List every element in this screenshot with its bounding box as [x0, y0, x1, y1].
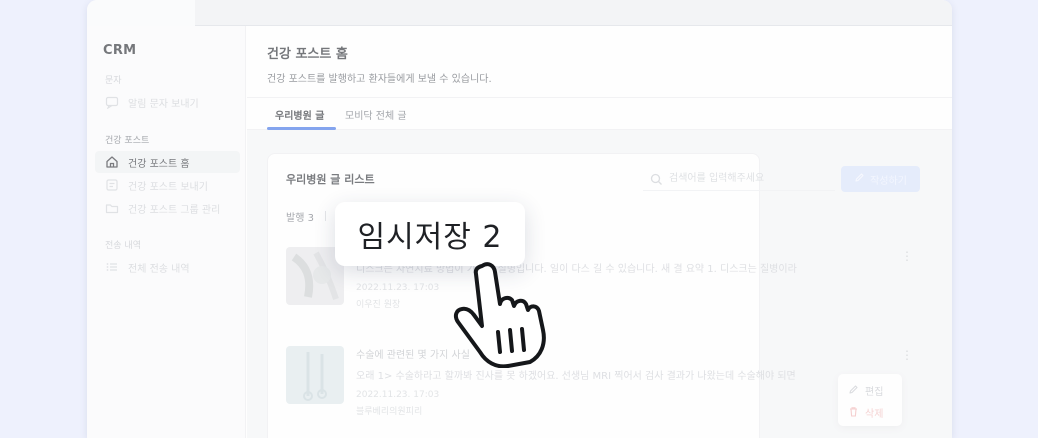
post-list-title: 우리병원 글 리스트 — [286, 173, 375, 186]
sidebar-section-history: 전송 내역 — [105, 241, 141, 251]
filter-published[interactable]: 발행 3 — [286, 209, 314, 224]
post-excerpt: 오래 1> 수술하라고 할까봐 진사를 못 하겠어요. 선생님 MRI 찍어서 … — [356, 371, 796, 382]
send-post-icon — [105, 178, 119, 192]
sidebar-item-alarm-message[interactable]: 알림 문자 보내기 — [95, 91, 240, 113]
delete-menu-item[interactable]: 삭제 — [848, 405, 883, 420]
temp-save-tooltip: 임시저장 2 — [335, 202, 525, 266]
sidebar-item-health-post-home[interactable]: 건강 포스트 홈 — [95, 151, 240, 173]
pointing-hand-cursor-icon — [446, 258, 558, 369]
post-text: 수술에 관련된 몇 가지 사실 오래 1> 수술하라고 할까봐 진사를 못 하겠… — [356, 346, 796, 417]
search-box[interactable] — [643, 165, 835, 191]
post-date: 2022.11.23. 17:03 — [356, 283, 440, 293]
search-icon — [650, 171, 663, 190]
sidebar-item-label: 알림 문자 보내기 — [128, 98, 199, 110]
write-post-label: 작성하기 — [870, 175, 907, 187]
sidebar: CRM 문자 알림 문자 보내기 건강 포스트 건강 포스트 홈 건강 포스트 … — [87, 26, 246, 438]
page-subtitle: 건강 포스트를 발행하고 환자들에게 보낼 수 있습니다. — [267, 74, 492, 85]
sidebar-item-label: 건강 포스트 보내기 — [128, 181, 208, 193]
pencil-icon — [848, 384, 859, 398]
sidebar-item-health-post-group[interactable]: 건강 포스트 그룹 관리 — [95, 197, 240, 219]
post-thumbnail — [286, 346, 344, 404]
edit-label: 편집 — [865, 387, 884, 398]
sidebar-item-label: 전체 전송 내역 — [128, 263, 190, 275]
post-author: 블루베리의원피리 — [356, 407, 423, 417]
list-item[interactable]: 수술에 관련된 몇 가지 사실 오래 1> 수술하라고 할까봐 진사를 못 하겠… — [286, 346, 913, 426]
sidebar-item-label: 건강 포스트 홈 — [128, 158, 190, 170]
tab-mobidoc-all-posts[interactable]: 모비닥 전체 글 — [345, 107, 407, 122]
list-icon — [105, 260, 119, 274]
active-tab-indicator — [267, 127, 336, 130]
sidebar-item-send-health-post[interactable]: 건강 포스트 보내기 — [95, 174, 240, 196]
window-title-bar — [87, 0, 952, 26]
tab-bar: 우리병원 글 모비닥 전체 글 — [247, 98, 952, 130]
more-options-icon[interactable]: ⋮ — [901, 250, 913, 262]
page-header: 건강 포스트 홈 건강 포스트를 발행하고 환자들에게 보낼 수 있습니다. — [247, 26, 952, 98]
window-tab[interactable] — [87, 0, 195, 26]
message-icon — [105, 95, 119, 109]
post-author: 이우진 원장 — [356, 300, 401, 310]
pencil-icon — [854, 172, 865, 186]
tab-our-hospital-posts[interactable]: 우리병원 글 — [275, 107, 324, 122]
home-icon — [105, 155, 119, 169]
post-date: 2022.11.23. 17:03 — [356, 390, 440, 400]
folder-icon — [105, 201, 119, 215]
write-post-button[interactable]: 작성하기 — [841, 166, 920, 192]
page-title: 건강 포스트 홈 — [267, 47, 348, 62]
sidebar-item-all-history[interactable]: 전체 전송 내역 — [95, 256, 240, 278]
post-context-menu: 편집 삭제 — [838, 374, 902, 426]
trash-icon — [848, 406, 859, 420]
brand-logo: CRM — [103, 43, 137, 58]
filter-divider — [325, 211, 326, 221]
sidebar-item-label: 건강 포스트 그룹 관리 — [128, 204, 221, 216]
post-title: 수술에 관련된 몇 가지 사실 — [356, 350, 470, 361]
search-input[interactable] — [669, 169, 829, 187]
more-options-icon[interactable]: ⋮ — [901, 349, 913, 361]
delete-label: 삭제 — [865, 409, 884, 420]
sidebar-section-message: 문자 — [105, 76, 122, 86]
edit-menu-item[interactable]: 편집 — [848, 383, 883, 398]
sidebar-section-health-post: 건강 포스트 — [105, 136, 150, 146]
